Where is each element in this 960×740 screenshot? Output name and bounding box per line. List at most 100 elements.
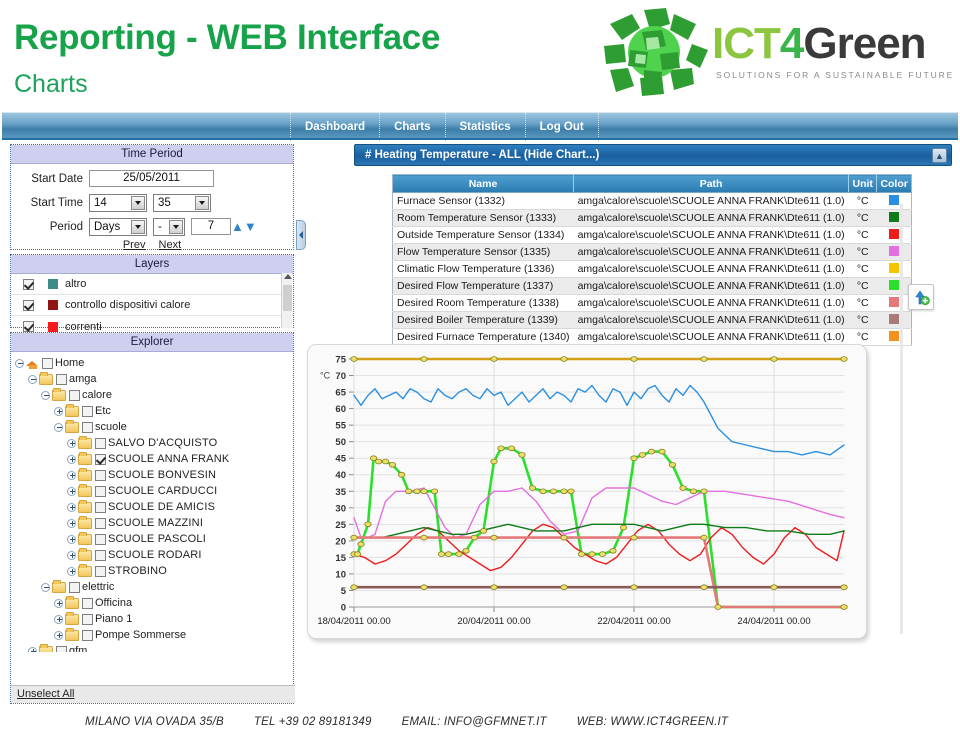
tree-node[interactable]: Etc — [15, 403, 293, 419]
unselect-all-link[interactable]: Unselect All — [17, 688, 74, 700]
layer-item[interactable]: controllo dispositivi calore — [11, 295, 293, 316]
table-row[interactable]: Furnace Sensor (1332) amga\calore\scuole\… — [392, 192, 912, 210]
cell-color[interactable] — [876, 260, 912, 278]
tree-node-checkbox[interactable] — [69, 389, 80, 401]
tree-node-checkbox[interactable] — [82, 405, 93, 417]
tree-node[interactable]: calore — [15, 387, 293, 403]
cell-color[interactable] — [876, 311, 912, 329]
period-increase-icon[interactable]: ▲ — [231, 220, 244, 233]
tree-node-checkbox[interactable] — [95, 565, 106, 577]
cell-color[interactable] — [876, 243, 912, 261]
tree-node-checkbox[interactable] — [56, 373, 67, 385]
collapse-icon[interactable] — [41, 582, 50, 592]
layers-scrollbar[interactable] — [281, 273, 292, 328]
cell-color[interactable] — [876, 328, 912, 346]
nav-item-dashboard[interactable]: Dashboard — [290, 113, 381, 141]
layer-checkbox[interactable] — [23, 278, 34, 290]
collapse-icon[interactable]: ▲ — [932, 148, 947, 163]
expand-icon[interactable] — [67, 550, 76, 560]
table-row[interactable]: Room Temperature Sensor (1333) amga\calor… — [392, 209, 912, 227]
tree-node-checkbox[interactable] — [95, 533, 106, 545]
period-unit-select[interactable]: Days — [89, 217, 147, 236]
tree-node[interactable]: SALVO D'ACQUISTO — [15, 435, 293, 451]
tree-node[interactable]: Home — [15, 355, 293, 371]
period-decrease-icon[interactable]: ▼ — [244, 220, 257, 233]
tree-node[interactable]: SCUOLE ANNA FRANK — [15, 451, 293, 467]
layer-checkbox[interactable] — [23, 321, 34, 332]
tree-node[interactable]: STROBINO — [15, 563, 293, 579]
expand-icon[interactable] — [67, 486, 76, 496]
scroll-up-icon[interactable] — [284, 274, 292, 279]
table-row[interactable]: Climatic Flow Temperature (1336) amga\cal… — [392, 260, 912, 278]
cell-color[interactable] — [876, 277, 912, 295]
tree-node[interactable]: Officina — [15, 595, 293, 611]
export-upload-icon[interactable] — [908, 284, 934, 310]
expand-icon[interactable] — [54, 614, 63, 624]
tree-node-checkbox[interactable] — [82, 613, 93, 625]
chevron-down-icon[interactable] — [131, 219, 145, 234]
expand-icon[interactable] — [67, 534, 76, 544]
nav-item-statistics[interactable]: Statistics — [446, 113, 526, 141]
tree-node[interactable]: SCUOLE MAZZINI — [15, 515, 293, 531]
chevron-down-icon[interactable] — [131, 195, 145, 210]
tree-node[interactable]: gfm — [15, 643, 293, 652]
collapse-icon[interactable] — [15, 358, 24, 368]
tree-node-checkbox[interactable] — [82, 629, 93, 641]
tree-node[interactable]: SCUOLE RODARI — [15, 547, 293, 563]
tree-node-checkbox[interactable] — [95, 517, 106, 529]
tree-node-checkbox[interactable] — [69, 581, 80, 593]
period-sign-select[interactable]: - — [153, 217, 185, 236]
tree-node[interactable]: SCUOLE PASCOLI — [15, 531, 293, 547]
expand-icon[interactable] — [67, 566, 76, 576]
tree-node-checkbox[interactable] — [95, 469, 106, 481]
cell-color[interactable] — [876, 209, 912, 227]
cell-color[interactable] — [876, 226, 912, 244]
tree-node-checkbox[interactable] — [95, 501, 106, 513]
tree-node-checkbox[interactable] — [95, 485, 106, 497]
tree-node-checkbox[interactable] — [42, 357, 53, 369]
expand-icon[interactable] — [67, 454, 76, 464]
tree-node[interactable]: scuole — [15, 419, 293, 435]
period-count-input[interactable]: 7 — [191, 218, 231, 235]
tree-node[interactable]: amga — [15, 371, 293, 387]
table-row[interactable]: Desired Flow Temperature (1337) amga\calo… — [392, 277, 912, 295]
expand-icon[interactable] — [54, 598, 63, 608]
layer-checkbox[interactable] — [23, 299, 34, 311]
nav-item-charts[interactable]: Charts — [380, 113, 446, 141]
next-link[interactable]: Next — [159, 239, 182, 251]
table-row[interactable]: Desired Room Temperature (1338) amga\calo… — [392, 294, 912, 312]
tree-node[interactable]: SCUOLE CARDUCCI — [15, 483, 293, 499]
layer-item[interactable]: altro — [11, 274, 293, 295]
table-row[interactable]: Desired Boiler Temperature (1339) amga\ca… — [392, 311, 912, 329]
tree-node[interactable]: SCUOLE DE AMICIS — [15, 499, 293, 515]
tree-node[interactable]: Piano 1 — [15, 611, 293, 627]
expand-icon[interactable] — [67, 470, 76, 480]
tree-node-checkbox[interactable] — [82, 597, 93, 609]
expand-icon[interactable] — [67, 518, 76, 528]
tree-node[interactable]: Pompe Sommerse — [15, 627, 293, 643]
table-row[interactable]: Flow Temperature Sensor (1335) amga\calor… — [392, 243, 912, 261]
start-hour-select[interactable]: 14 — [89, 193, 147, 212]
table-row[interactable]: Outside Temperature Sensor (1334) amga\ca… — [392, 226, 912, 244]
expand-icon[interactable] — [67, 438, 76, 448]
temperature-line-chart[interactable]: 0 5 10 15 20 25 30 35 40 45 50 55 60 65 70 75 °C 18/04/20… — [308, 345, 868, 640]
tree-node-checkbox[interactable] — [95, 549, 106, 561]
collapse-icon[interactable] — [41, 390, 50, 400]
cell-color[interactable] — [876, 294, 912, 312]
tree-node-checkbox[interactable] — [95, 437, 106, 449]
tree-node-checkbox[interactable] — [95, 453, 106, 465]
scrollbar-thumb[interactable] — [283, 285, 292, 311]
tree-node[interactable]: elettric — [15, 579, 293, 595]
table-row[interactable]: Desired Furnace Temperature (1340) amga\c… — [392, 328, 912, 346]
expand-icon[interactable] — [54, 630, 63, 640]
expand-icon[interactable] — [54, 406, 63, 416]
start-date-input[interactable]: 25/05/2011 — [89, 170, 214, 187]
collapse-icon[interactable] — [28, 374, 37, 384]
start-minute-select[interactable]: 35 — [153, 193, 211, 212]
tree-node-checkbox[interactable] — [56, 645, 67, 652]
tree-node-checkbox[interactable] — [82, 421, 93, 433]
prev-link[interactable]: Prev — [123, 239, 146, 251]
expand-icon[interactable] — [28, 646, 37, 652]
chevron-down-icon[interactable] — [195, 195, 209, 210]
chart-panel-header[interactable]: # Heating Temperature - ALL (Hide Chart.… — [354, 144, 952, 166]
